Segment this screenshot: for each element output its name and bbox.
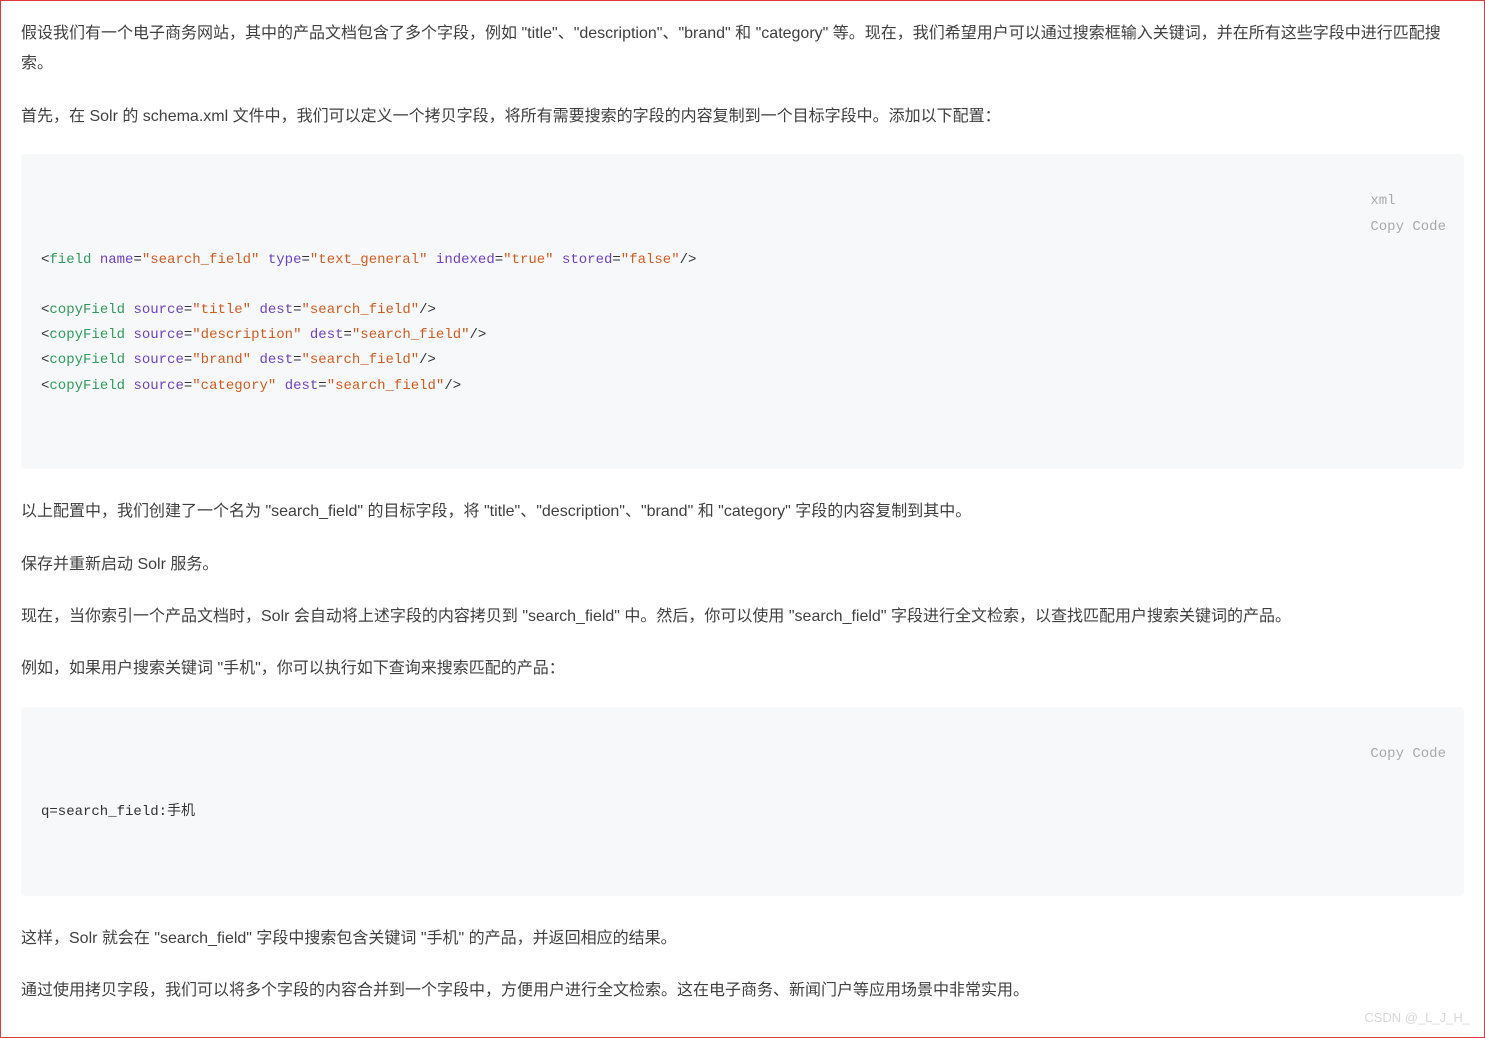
paragraph: 保存并重新启动 Solr 服务。 xyxy=(21,550,1464,580)
article-frame: 假设我们有一个电子商务网站，其中的产品文档包含了多个字段，例如 "title"、… xyxy=(0,0,1485,1038)
code-block-plain: Copy Code q=search_field:手机 xyxy=(21,707,1464,896)
copy-code-button[interactable]: Copy Code xyxy=(1370,219,1446,235)
watermark: CSDN @_L_J_H_ xyxy=(1364,1006,1470,1031)
copy-code-button[interactable]: Copy Code xyxy=(1370,746,1446,762)
code-toolbar: xml Copy Code xyxy=(1310,164,1446,265)
paragraph: 首先，在 Solr 的 schema.xml 文件中，我们可以定义一个拷贝字段，… xyxy=(21,102,1464,132)
paragraph: 假设我们有一个电子商务网站，其中的产品文档包含了多个字段，例如 "title"、… xyxy=(21,19,1464,80)
paragraph: 以上配置中，我们创建了一个名为 "search_field" 的目标字段，将 "… xyxy=(21,497,1464,527)
paragraph: 这样，Solr 就会在 "search_field" 字段中搜索包含关键词 "手… xyxy=(21,924,1464,954)
paragraph: 例如，如果用户搜索关键词 "手机"，你可以执行如下查询来搜索匹配的产品： xyxy=(21,654,1464,684)
code-block-xml: xml Copy Code <field name="search_field"… xyxy=(21,154,1464,469)
paragraph: 通过使用拷贝字段，我们可以将多个字段的内容合并到一个字段中，方便用户进行全文检索… xyxy=(21,976,1464,1006)
code-content: <field name="search_field" type="text_ge… xyxy=(41,248,1444,399)
code-toolbar: Copy Code xyxy=(1310,717,1446,793)
code-lang-label: xml xyxy=(1370,193,1395,209)
code-content: q=search_field:手机 xyxy=(41,800,1444,825)
paragraph: 现在，当你索引一个产品文档时，Solr 会自动将上述字段的内容拷贝到 "sear… xyxy=(21,602,1464,632)
